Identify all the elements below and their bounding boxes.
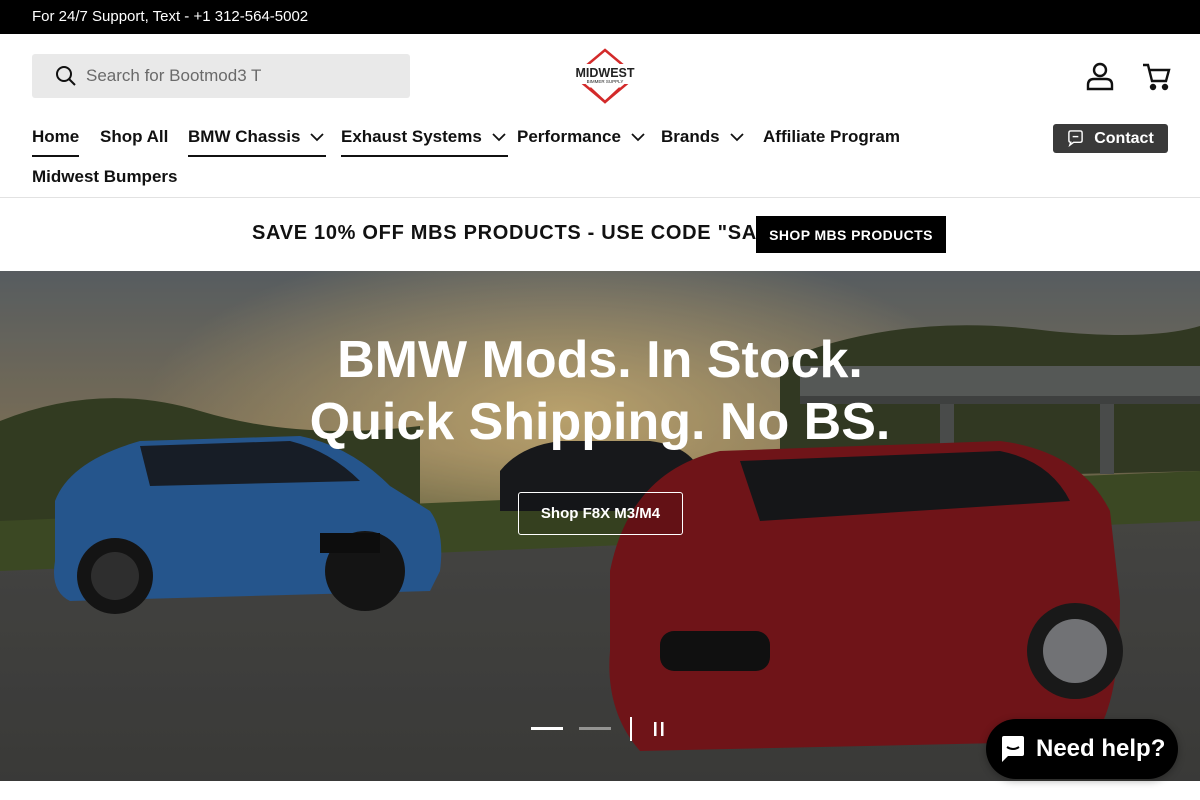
slideshow-divider	[630, 717, 632, 741]
chevron-down-icon	[631, 133, 645, 142]
announcement-bar: For 24/7 Support, Text - +1 312-564-5002	[0, 0, 1200, 34]
nav-item-exhaust-systems[interactable]: Exhaust Systems	[341, 117, 508, 157]
search-bar[interactable]	[32, 54, 410, 98]
logo-text-main: MIDWEST	[575, 66, 634, 80]
nav-item-label: Performance	[517, 127, 621, 146]
nav-item-label: Home	[32, 127, 80, 146]
hero-title-line-1: BMW Mods. In Stock.	[337, 331, 863, 389]
search-input[interactable]	[86, 66, 386, 86]
slide-indicator-2[interactable]	[579, 727, 611, 730]
nav-item-label: Exhaust Systems	[341, 127, 482, 146]
nav-item-label: Brands	[661, 127, 720, 146]
chevron-down-icon	[729, 133, 744, 142]
nav-item-shop-all[interactable]: Shop All	[100, 117, 168, 157]
promo-banner: SAVE 10% OFF MBS PRODUCTS - USE CODE "SA…	[0, 198, 1200, 271]
chat-label: Need help?	[1036, 735, 1166, 762]
nav-item-midwest-bumpers[interactable]: Midwest Bumpers	[32, 157, 177, 197]
hero-slideshow: BMW Mods. In Stock. Quick Shipping. No B…	[0, 271, 1200, 781]
logo-text-sub: BIMMER SUPPLY	[587, 79, 624, 84]
account-icon[interactable]	[1084, 60, 1116, 92]
nav-item-affiliate-program[interactable]: Affiliate Program	[763, 117, 900, 157]
hero-title: BMW Mods. In Stock. Quick Shipping. No B…	[0, 329, 1200, 453]
nav-item-bmw-chassis[interactable]: BMW Chassis	[188, 117, 327, 157]
nav-item-label: BMW Chassis	[188, 127, 301, 146]
nav-item-label: Midwest Bumpers	[32, 167, 178, 186]
contact-button[interactable]: Contact	[1053, 124, 1168, 153]
chat-icon	[1002, 736, 1024, 762]
shop-mbs-products-button[interactable]: SHOP MBS PRODUCTS	[756, 216, 946, 253]
nav-item-brands[interactable]: Brands	[661, 117, 746, 157]
chat-bubble-icon	[1068, 130, 1084, 147]
midwest-bimmer-supply-logo[interactable]: MIDWEST BIMMER SUPPLY	[572, 48, 638, 104]
pause-icon[interactable]	[652, 721, 666, 737]
chat-widget-button[interactable]: Need help?	[986, 719, 1178, 779]
nav-item-performance[interactable]: Performance	[517, 117, 647, 157]
search-icon	[56, 66, 76, 86]
support-text: For 24/7 Support, Text - +1 312-564-5002	[32, 8, 309, 25]
promo-text: SAVE 10% OFF MBS PRODUCTS - USE CODE "SA…	[252, 222, 795, 244]
shop-f8x-button[interactable]: Shop F8X M3/M4	[518, 492, 683, 535]
contact-label: Contact	[1094, 129, 1154, 147]
slide-indicator-1[interactable]	[531, 727, 563, 730]
nav-item-home[interactable]: Home	[32, 117, 80, 157]
nav-item-label: Shop All	[100, 127, 169, 146]
chevron-down-icon	[310, 133, 325, 142]
cart-icon[interactable]	[1140, 60, 1172, 92]
hero-title-line-2: Quick Shipping. No BS.	[309, 393, 891, 451]
chevron-down-icon	[492, 133, 506, 142]
nav-item-label: Affiliate Program	[763, 127, 900, 146]
